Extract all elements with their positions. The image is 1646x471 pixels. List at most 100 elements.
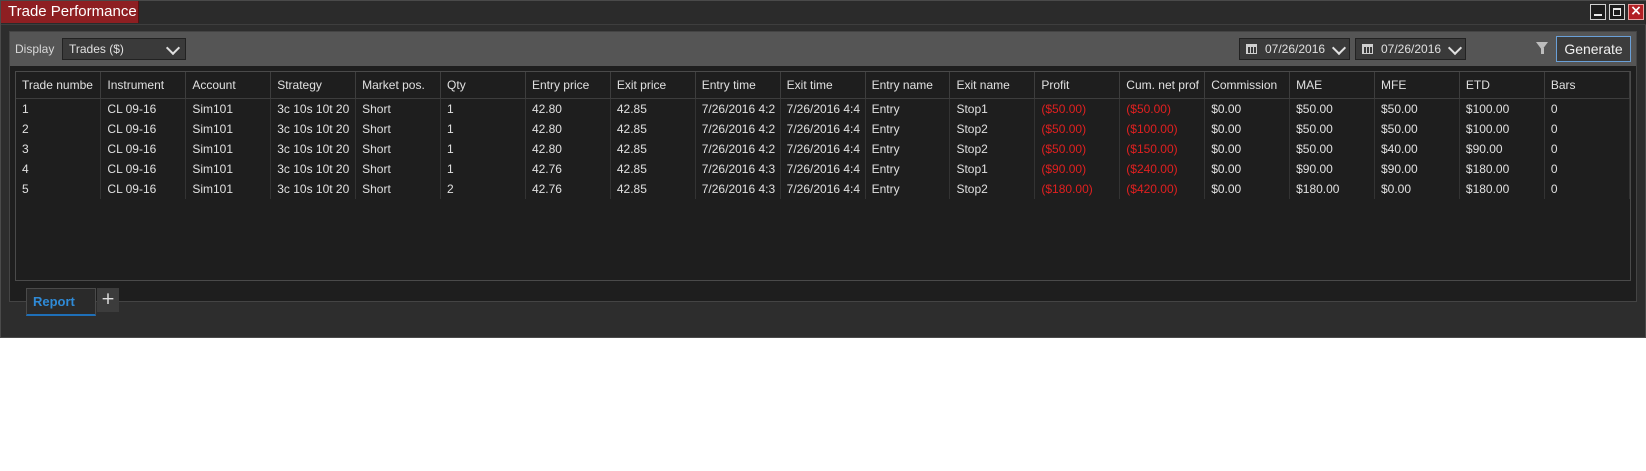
table-cell: 0 [1544,98,1630,119]
table-cell: ($420.00) [1119,179,1206,199]
table-cell: 0 [1544,139,1630,159]
table-cell: $180.00 [1459,179,1545,199]
column-header[interactable]: Account [185,72,272,99]
table-cell: 0 [1544,179,1630,199]
table-cell: Entry [865,179,951,199]
column-header[interactable]: Trade numbe [16,72,102,99]
column-header[interactable]: Entry price [525,72,611,99]
table-cell: Stop2 [949,119,1036,139]
table-cell: 7/26/2016 4:4 [780,139,866,159]
table-cell: ($50.00) [1119,98,1206,119]
table-cell: 3c 10s 10t 20 [270,98,357,119]
table-cell: $50.00 [1289,98,1375,119]
table-cell: $90.00 [1289,159,1375,179]
column-header[interactable]: MFE [1374,72,1460,99]
column-header[interactable]: Commission [1204,72,1291,99]
table-cell: 42.85 [610,139,696,159]
table-cell: CL 09-16 [100,98,187,119]
table-cell: 7/26/2016 4:4 [780,98,866,119]
table-cell: 2 [16,119,102,139]
column-header[interactable]: Exit price [610,72,696,99]
table-cell: ($50.00) [1034,98,1121,119]
trades-grid[interactable]: Trade numbe Instrument Account Strategy Mark… [15,71,1631,281]
table-cell: 3c 10s 10t 20 [270,179,357,199]
minimize-button[interactable] [1590,4,1606,20]
to-date-value: 07/26/2016 [1381,42,1442,56]
column-header[interactable]: ETD [1459,72,1545,99]
table-cell: $0.00 [1204,179,1291,199]
calendar-icon [1246,44,1257,54]
table-cell: $0.00 [1204,139,1291,159]
table-cell: $50.00 [1374,119,1460,139]
table-cell: $90.00 [1374,159,1460,179]
table-cell: Short [355,119,442,139]
table-cell: 42.80 [525,139,611,159]
table-cell: 7/26/2016 4:4 [780,159,866,179]
report-panel: Display Trades ($) 07/26/2016 07/26/2016… [9,31,1637,302]
table-cell: $0.00 [1374,179,1460,199]
from-date-picker[interactable]: 07/26/2016 [1239,38,1350,60]
table-cell: 0 [1544,159,1630,179]
table-cell: 7/26/2016 4:2 [695,119,781,139]
column-header[interactable]: Profit [1034,72,1121,99]
table-cell: Sim101 [185,98,272,119]
close-button[interactable]: × [1628,3,1644,20]
table-cell: $40.00 [1374,139,1460,159]
column-header[interactable]: Cum. net prof [1119,72,1206,99]
column-header[interactable]: Entry time [695,72,781,99]
table-cell: $180.00 [1459,159,1545,179]
table-cell: 7/26/2016 4:2 [695,98,781,119]
window-controls: × [1590,3,1644,20]
chevron-down-icon [1331,40,1347,56]
table-cell: Sim101 [185,119,272,139]
display-select[interactable]: Trades ($) [62,38,186,60]
table-cell: 3c 10s 10t 20 [270,119,357,139]
table-cell: Entry [865,139,951,159]
table-cell: $100.00 [1459,98,1545,119]
table-cell: 1 [16,98,102,119]
table-cell: CL 09-16 [100,119,187,139]
table-cell: Short [355,139,442,159]
table-cell: ($150.00) [1119,139,1206,159]
generate-button[interactable]: Generate [1556,36,1631,62]
title-bar[interactable]: Trade Performance × [1,1,1646,25]
to-date-picker[interactable]: 07/26/2016 [1355,38,1466,60]
table-cell: Short [355,98,442,119]
add-tab-button[interactable]: + [97,288,119,312]
column-header[interactable]: Exit time [780,72,866,99]
table-cell: CL 09-16 [100,139,187,159]
maximize-button[interactable] [1609,4,1625,20]
table-cell: $100.00 [1459,119,1545,139]
table-row[interactable]: 2 CL 09-16 Sim101 3c 10s 10t 20 Short 1 42.80 4… [16,119,1630,139]
table-cell: $0.00 [1204,119,1291,139]
header-row: Trade numbe Instrument Account Strategy Mark… [16,72,1630,99]
table-cell: 1 [440,119,526,139]
table-cell: ($240.00) [1119,159,1206,179]
column-header[interactable]: Bars [1544,72,1630,99]
toolbar: Display Trades ($) 07/26/2016 07/26/2016… [10,32,1636,66]
column-header[interactable]: MAE [1289,72,1375,99]
table-row[interactable]: 5 CL 09-16 Sim101 3c 10s 10t 20 Short 2 42.76 4… [16,179,1630,199]
column-header[interactable]: Strategy [270,72,357,99]
column-header[interactable]: Instrument [100,72,187,99]
table-cell: Stop2 [949,139,1036,159]
tab-report[interactable]: Report [26,288,96,316]
table-row[interactable]: 4 CL 09-16 Sim101 3c 10s 10t 20 Short 1 42.76 4… [16,159,1630,179]
table-cell: ($100.00) [1119,119,1206,139]
column-header[interactable]: Exit name [949,72,1036,99]
table-cell: 3c 10s 10t 20 [270,159,357,179]
table-cell: $0.00 [1204,159,1291,179]
table-row[interactable]: 3 CL 09-16 Sim101 3c 10s 10t 20 Short 1 42.80 4… [16,139,1630,159]
table-cell: Entry [865,98,951,119]
table-cell: 42.85 [610,98,696,119]
column-header[interactable]: Market pos. [355,72,442,99]
table-cell: ($50.00) [1034,139,1121,159]
table-cell: CL 09-16 [100,159,187,179]
column-header[interactable]: Qty [440,72,526,99]
table-row[interactable]: 1 CL 09-16 Sim101 3c 10s 10t 20 Short 1 42.80 4… [16,98,1630,119]
table-cell: 7/26/2016 4:4 [780,179,866,199]
table-cell: Sim101 [185,139,272,159]
column-header[interactable]: Entry name [865,72,951,99]
table-cell: ($90.00) [1034,159,1121,179]
table-cell: Stop1 [949,159,1036,179]
